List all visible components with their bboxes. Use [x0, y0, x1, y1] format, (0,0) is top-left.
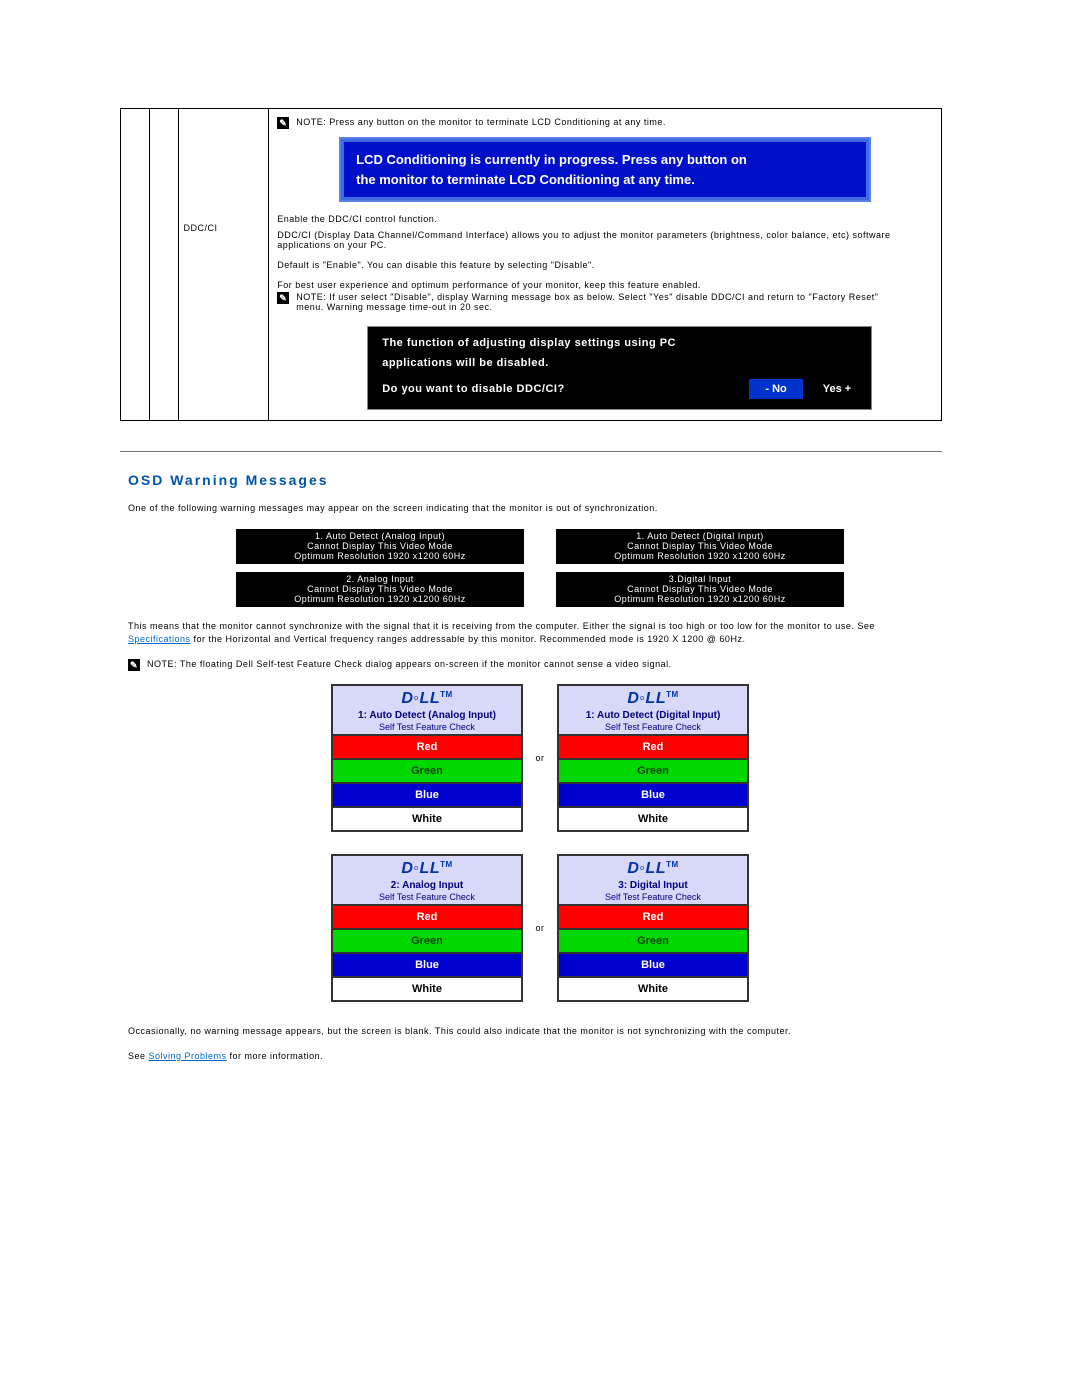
- self-test-sub: Self Test Feature Check: [333, 892, 521, 902]
- osd-intro: One of the following warning messages ma…: [128, 502, 940, 516]
- dell-logo: D◦LLTM: [333, 690, 521, 708]
- settings-table: DDC/CI ✎ NOTE: Press any button on the m…: [120, 108, 942, 421]
- warning-box: 1. Auto Detect (Analog Input) Cannot Dis…: [235, 528, 525, 565]
- color-bar-green: Green: [333, 760, 521, 784]
- ddc-disable-dialog: The function of adjusting display settin…: [367, 326, 872, 410]
- or-separator: or: [524, 683, 556, 833]
- occasional-blank-note: Occasionally, no warning message appears…: [128, 1025, 940, 1039]
- divider: [120, 451, 942, 452]
- sync-explain: This means that the monitor cannot synch…: [128, 620, 940, 647]
- ddc-paragraph: Enable the DDC/CI control function.: [277, 214, 933, 224]
- self-test-mode: 1: Auto Detect (Digital Input): [559, 710, 747, 721]
- color-bar-white: White: [559, 978, 747, 1000]
- note-icon: ✎: [128, 659, 140, 671]
- dell-logo: D◦LLTM: [559, 860, 747, 878]
- see-solving: See Solving Problems for more informatio…: [128, 1050, 940, 1064]
- ddc-disable-note: NOTE: If user select "Disable", display …: [296, 292, 896, 312]
- dell-logo: D◦LLTM: [559, 690, 747, 708]
- warning-message-grid: 1. Auto Detect (Analog Input) Cannot Dis…: [235, 528, 845, 608]
- specifications-link[interactable]: Specifications: [128, 634, 191, 644]
- no-button[interactable]: - No: [749, 379, 802, 399]
- color-bar-blue: Blue: [559, 784, 747, 808]
- color-bar-green: Green: [333, 930, 521, 954]
- self-test-sub: Self Test Feature Check: [559, 892, 747, 902]
- dialog-question: Do you want to disable DDC/CI?: [382, 383, 749, 395]
- warning-box: 1. Auto Detect (Digital Input) Cannot Di…: [555, 528, 845, 565]
- color-bar-white: White: [333, 978, 521, 1000]
- lcd-terminate-note: NOTE: Press any button on the monitor to…: [296, 117, 896, 127]
- ddc-ci-label: DDC/CI: [179, 109, 269, 421]
- color-bar-red: Red: [333, 906, 521, 930]
- color-bar-green: Green: [559, 760, 747, 784]
- self-test-card: D◦LLTM 1: Auto Detect (Analog Input) Sel…: [331, 684, 523, 832]
- self-test-card: D◦LLTM 3: Digital Input Self Test Featur…: [557, 854, 749, 1002]
- dialog-text: applications will be disabled.: [382, 357, 857, 369]
- osd-warning-heading: OSD Warning Messages: [128, 472, 1080, 488]
- ddc-paragraph: Default is "Enable". You can disable thi…: [277, 260, 933, 270]
- solving-problems-link[interactable]: Solving Problems: [149, 1051, 227, 1061]
- ddc-ci-desc-cell: ✎ NOTE: Press any button on the monitor …: [269, 109, 942, 421]
- self-test-grid: D◦LLTM 1: Auto Detect (Analog Input) Sel…: [330, 683, 750, 1003]
- note-icon: ✎: [277, 117, 289, 129]
- ddc-paragraph: For best user experience and optimum per…: [277, 280, 933, 290]
- floating-dialog-note: NOTE: The floating Dell Self-test Featur…: [147, 659, 672, 669]
- ddc-paragraph: DDC/CI (Display Data Channel/Command Int…: [277, 230, 933, 250]
- or-separator: or: [524, 853, 556, 1003]
- self-test-card: D◦LLTM 2: Analog Input Self Test Feature…: [331, 854, 523, 1002]
- dell-logo: D◦LLTM: [333, 860, 521, 878]
- self-test-mode: 2: Analog Input: [333, 880, 521, 891]
- color-bar-white: White: [333, 808, 521, 830]
- color-bar-blue: Blue: [559, 954, 747, 978]
- warning-box: 3.Digital Input Cannot Display This Vide…: [555, 571, 845, 608]
- self-test-mode: 1: Auto Detect (Analog Input): [333, 710, 521, 721]
- color-bar-white: White: [559, 808, 747, 830]
- color-bar-red: Red: [559, 906, 747, 930]
- warning-box: 2. Analog Input Cannot Display This Vide…: [235, 571, 525, 608]
- lcd-conditioning-banner: LCD Conditioning is currently in progres…: [341, 139, 869, 200]
- color-bar-blue: Blue: [333, 784, 521, 808]
- color-bar-red: Red: [333, 736, 521, 760]
- yes-button[interactable]: Yes +: [823, 383, 851, 395]
- color-bar-red: Red: [559, 736, 747, 760]
- dialog-text: The function of adjusting display settin…: [382, 337, 857, 349]
- self-test-sub: Self Test Feature Check: [559, 722, 747, 732]
- self-test-mode: 3: Digital Input: [559, 880, 747, 891]
- color-bar-blue: Blue: [333, 954, 521, 978]
- self-test-sub: Self Test Feature Check: [333, 722, 521, 732]
- self-test-card: D◦LLTM 1: Auto Detect (Digital Input) Se…: [557, 684, 749, 832]
- note-icon: ✎: [277, 292, 289, 304]
- color-bar-green: Green: [559, 930, 747, 954]
